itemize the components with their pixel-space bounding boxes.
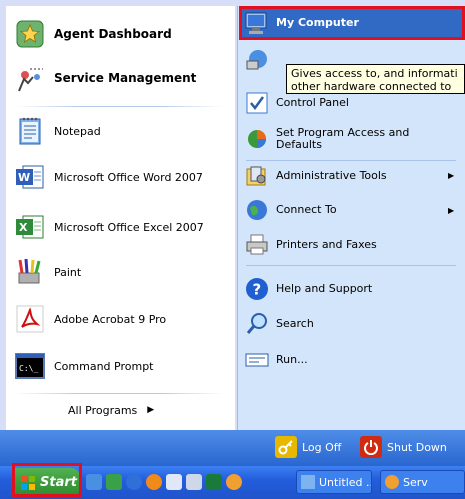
printer-icon bbox=[244, 232, 270, 258]
menu-item-notepad[interactable]: Notepad bbox=[14, 115, 101, 147]
start-button-highlight bbox=[12, 463, 82, 497]
all-programs-button[interactable]: All Programs ▶ bbox=[68, 400, 154, 420]
menu-item-label: My Computer bbox=[276, 16, 359, 29]
menu-item-network[interactable] bbox=[244, 48, 270, 74]
svg-text:?: ? bbox=[253, 281, 262, 299]
quicklaunch-network-icon[interactable] bbox=[106, 474, 122, 490]
quicklaunch-document-icon[interactable] bbox=[166, 474, 182, 490]
menu-item-label: Microsoft Office Word 2007 bbox=[54, 170, 203, 184]
notepad-icon bbox=[14, 115, 46, 147]
menu-item-label: Help and Support bbox=[276, 282, 373, 295]
my-computer-icon bbox=[244, 10, 270, 36]
acrobat-icon bbox=[14, 303, 46, 335]
excel-icon: X bbox=[14, 211, 46, 243]
menu-item-excel[interactable]: X Microsoft Office Excel 2007 bbox=[14, 211, 204, 243]
menu-item-connect-to[interactable]: Connect To bbox=[244, 197, 337, 223]
menu-item-label: Service Management bbox=[54, 71, 197, 85]
quicklaunch-firefox-icon[interactable] bbox=[146, 474, 162, 490]
menu-item-search[interactable]: Search bbox=[244, 311, 314, 337]
command-prompt-icon: C:\_ bbox=[14, 350, 46, 382]
menu-item-administrative-tools[interactable]: Administrative Tools bbox=[244, 163, 387, 189]
menu-item-label: Search bbox=[276, 317, 314, 330]
shut-down-button[interactable]: Shut Down bbox=[360, 436, 447, 458]
connect-to-icon bbox=[244, 197, 270, 223]
menu-item-label: Administrative Tools bbox=[276, 169, 387, 182]
help-icon: ? bbox=[244, 276, 270, 302]
menu-separator bbox=[246, 160, 456, 161]
administrative-tools-icon bbox=[244, 163, 270, 189]
svg-text:W: W bbox=[18, 171, 30, 184]
menu-separator bbox=[246, 265, 456, 266]
service-icon bbox=[385, 475, 399, 489]
service-management-icon bbox=[14, 62, 46, 94]
menu-item-label: Agent Dashboard bbox=[54, 27, 172, 41]
menu-item-label: Paint bbox=[54, 265, 82, 279]
menu-item-acrobat[interactable]: Adobe Acrobat 9 Pro bbox=[14, 303, 166, 335]
menu-item-printers-and-faxes[interactable]: Printers and Faxes bbox=[244, 232, 377, 258]
tooltip-line: Gives access to, and informati bbox=[291, 67, 458, 80]
taskbar-button-service[interactable]: Serv bbox=[380, 470, 465, 494]
menu-item-label: Command Prompt bbox=[54, 359, 154, 373]
menu-item-label: Microsoft Office Excel 2007 bbox=[54, 220, 204, 234]
taskbar-button-label: Serv bbox=[403, 475, 428, 489]
menu-item-paint[interactable]: Paint bbox=[14, 256, 81, 288]
menu-item-agent-dashboard[interactable]: Agent Dashboard bbox=[14, 18, 172, 50]
menu-item-word[interactable]: W Microsoft Office Word 2007 bbox=[14, 161, 203, 193]
log-off-label: Log Off bbox=[302, 440, 342, 454]
menu-item-label: Set Program Access and Defaults bbox=[276, 126, 410, 151]
menu-item-my-computer[interactable]: My Computer bbox=[244, 10, 359, 36]
svg-text:X: X bbox=[19, 221, 28, 234]
control-panel-icon bbox=[244, 90, 270, 116]
menu-item-label: Run... bbox=[276, 353, 308, 366]
taskbar-button-untitled[interactable]: Untitled ... bbox=[296, 470, 372, 494]
menu-separator bbox=[14, 106, 224, 107]
menu-item-command-prompt[interactable]: C:\_ Command Prompt bbox=[14, 350, 154, 382]
set-program-access-icon bbox=[244, 126, 270, 152]
network-icon bbox=[244, 48, 270, 74]
svg-text:C:\_: C:\_ bbox=[19, 364, 38, 373]
power-icon bbox=[360, 436, 382, 458]
all-programs-label: All Programs bbox=[68, 403, 138, 417]
submenu-arrow-icon: ▶ bbox=[448, 206, 455, 215]
menu-item-set-program-access[interactable]: Set Program Access and Defaults bbox=[244, 126, 426, 152]
menu-item-run[interactable]: Run... bbox=[244, 347, 308, 373]
notepad-icon bbox=[301, 475, 315, 489]
shut-down-label: Shut Down bbox=[387, 440, 447, 454]
submenu-arrow-icon: ▶ bbox=[448, 171, 455, 180]
menu-item-label: Printers and Faxes bbox=[276, 238, 377, 251]
log-off-button[interactable]: Log Off bbox=[275, 436, 341, 458]
paint-icon bbox=[14, 256, 46, 288]
key-icon bbox=[275, 436, 297, 458]
all-programs-arrow-icon: ▶ bbox=[147, 405, 155, 415]
menu-separator bbox=[14, 393, 224, 394]
quicklaunch-app-icon[interactable] bbox=[186, 474, 202, 490]
agent-dashboard-icon bbox=[14, 18, 46, 50]
menu-item-control-panel[interactable]: Control Panel bbox=[244, 90, 349, 116]
menu-item-label: Control Panel bbox=[276, 96, 349, 109]
taskbar-button-label: Untitled ... bbox=[319, 475, 372, 489]
quicklaunch-desktop-icon[interactable] bbox=[86, 474, 102, 490]
quicklaunch-monitor-icon[interactable] bbox=[206, 474, 222, 490]
quicklaunch-service-icon[interactable] bbox=[226, 474, 242, 490]
menu-item-label: Connect To bbox=[276, 203, 337, 216]
quicklaunch-ie-icon[interactable] bbox=[126, 474, 142, 490]
run-icon bbox=[244, 347, 270, 373]
menu-item-help-and-support[interactable]: ? Help and Support bbox=[244, 276, 372, 302]
search-icon bbox=[244, 311, 270, 337]
word-icon: W bbox=[14, 161, 46, 193]
menu-item-label: Notepad bbox=[54, 124, 101, 138]
menu-item-service-management[interactable]: Service Management bbox=[14, 62, 196, 94]
menu-item-label: Adobe Acrobat 9 Pro bbox=[54, 312, 167, 326]
